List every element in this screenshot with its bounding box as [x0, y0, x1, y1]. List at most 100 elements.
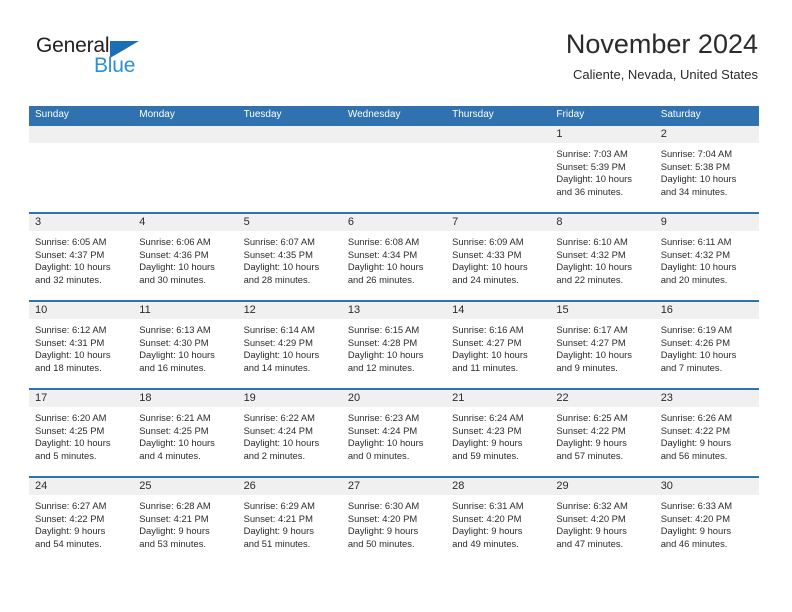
day-number: 17 [35, 392, 48, 404]
sunrise-line: Sunrise: 6:25 AM [556, 412, 628, 423]
sunrise-line: Sunrise: 6:26 AM [660, 412, 733, 423]
day-cell[interactable]: 2 Sunrise: 7:04 AM Sunset: 5:38 PM Dayli… [654, 126, 759, 212]
day-number: 28 [452, 480, 465, 492]
day-cell[interactable]: 27 Sunrise: 6:30 AM Sunset: 4:20 PM Dayl… [341, 478, 447, 564]
daylight-line-2: and 47 minutes. [556, 537, 624, 549]
sunrise-line: Sunrise: 6:31 AM [452, 500, 524, 511]
day-cell[interactable]: 21 Sunrise: 6:24 AM Sunset: 4:23 PM Dayl… [446, 390, 551, 476]
daylight-line-2: and 50 minutes. [347, 537, 415, 549]
day-cell[interactable]: 17 Sunrise: 6:20 AM Sunset: 4:25 PM Dayl… [29, 390, 134, 476]
day-number-band: 1 [550, 126, 655, 143]
day-number-band: 7 [446, 214, 551, 231]
sunset-line: Sunset: 4:21 PM [243, 512, 313, 524]
daylight-line-1: Daylight: 10 hours [139, 349, 215, 361]
day-cell[interactable]: 16 Sunrise: 6:19 AM Sunset: 4:26 PM Dayl… [654, 302, 759, 388]
daylight-line-2: and 22 minutes. [556, 273, 624, 285]
sunset-line: Sunset: 4:35 PM [243, 248, 313, 260]
daylight-line-2: and 20 minutes. [660, 273, 728, 285]
day-cell[interactable]: 9 Sunrise: 6:11 AM Sunset: 4:32 PM Dayli… [654, 214, 759, 300]
calendar-page: General Blue November 2024 Caliente, Nev… [0, 0, 792, 612]
day-cell[interactable]: 4 Sunrise: 6:06 AM Sunset: 4:36 PM Dayli… [133, 214, 238, 300]
day-cell[interactable]: 30 Sunrise: 6:33 AM Sunset: 4:20 PM Dayl… [654, 478, 759, 564]
sunset-line: Sunset: 4:23 PM [452, 424, 522, 436]
day-number-band: 19 [237, 390, 342, 407]
daylight-line-2: and 9 minutes. [556, 361, 618, 373]
day-details: Sunrise: 6:30 AM Sunset: 4:20 PM Dayligh… [342, 495, 446, 550]
day-cell[interactable] [29, 126, 134, 212]
day-details: Sunrise: 7:03 AM Sunset: 5:39 PM Dayligh… [550, 143, 654, 198]
daylight-line-2: and 12 minutes. [347, 361, 415, 373]
weekday-header-monday: Monday [139, 109, 175, 120]
daylight-line-2: and 46 minutes. [660, 537, 728, 549]
daylight-line-2: and 34 minutes. [660, 185, 728, 197]
day-details: Sunrise: 6:17 AM Sunset: 4:27 PM Dayligh… [550, 319, 654, 374]
day-cell[interactable]: 12 Sunrise: 6:14 AM Sunset: 4:29 PM Dayl… [237, 302, 342, 388]
sunrise-line: Sunrise: 6:15 AM [347, 324, 420, 335]
day-cell[interactable]: 24 Sunrise: 6:27 AM Sunset: 4:22 PM Dayl… [29, 478, 134, 564]
day-cell[interactable]: 19 Sunrise: 6:22 AM Sunset: 4:24 PM Dayl… [237, 390, 342, 476]
day-cell[interactable]: 28 Sunrise: 6:31 AM Sunset: 4:20 PM Dayl… [446, 478, 551, 564]
daylight-line-2: and 49 minutes. [452, 537, 519, 549]
day-cell[interactable]: 5 Sunrise: 6:07 AM Sunset: 4:35 PM Dayli… [237, 214, 342, 300]
day-cell[interactable]: 25 Sunrise: 6:28 AM Sunset: 4:21 PM Dayl… [133, 478, 238, 564]
day-cell[interactable]: 14 Sunrise: 6:16 AM Sunset: 4:27 PM Dayl… [446, 302, 551, 388]
day-cell[interactable]: 1 Sunrise: 7:03 AM Sunset: 5:39 PM Dayli… [550, 126, 655, 212]
day-cell[interactable]: 22 Sunrise: 6:25 AM Sunset: 4:22 PM Dayl… [550, 390, 655, 476]
day-cell[interactable]: 15 Sunrise: 6:17 AM Sunset: 4:27 PM Dayl… [550, 302, 655, 388]
day-number: 3 [35, 216, 42, 228]
day-cell[interactable]: 29 Sunrise: 6:32 AM Sunset: 4:20 PM Dayl… [550, 478, 655, 564]
day-cell[interactable] [133, 126, 238, 212]
day-cell[interactable]: 11 Sunrise: 6:13 AM Sunset: 4:30 PM Dayl… [133, 302, 238, 388]
day-cell[interactable]: 26 Sunrise: 6:29 AM Sunset: 4:21 PM Dayl… [237, 478, 342, 564]
day-number: 13 [347, 304, 361, 316]
sunset-line: Sunset: 4:34 PM [347, 248, 418, 260]
sunrise-line: Sunrise: 6:10 AM [556, 236, 628, 247]
day-details: Sunrise: 6:09 AM Sunset: 4:33 PM Dayligh… [446, 231, 550, 286]
day-cell[interactable]: 18 Sunrise: 6:21 AM Sunset: 4:25 PM Dayl… [133, 390, 238, 476]
day-cell[interactable]: 10 Sunrise: 6:12 AM Sunset: 4:31 PM Dayl… [29, 302, 134, 388]
day-cell[interactable] [341, 126, 447, 212]
day-details [342, 143, 446, 148]
daylight-line-1: Daylight: 9 hours [452, 437, 523, 449]
day-number-band [446, 126, 551, 143]
day-cell[interactable]: 7 Sunrise: 6:09 AM Sunset: 4:33 PM Dayli… [446, 214, 551, 300]
day-details: Sunrise: 6:33 AM Sunset: 4:20 PM Dayligh… [655, 495, 759, 550]
day-cell[interactable]: 3 Sunrise: 6:05 AM Sunset: 4:37 PM Dayli… [29, 214, 134, 300]
sunrise-line: Sunrise: 6:20 AM [35, 412, 107, 423]
day-cell[interactable] [237, 126, 342, 212]
day-number: 27 [347, 480, 361, 492]
weekday-header-row: Sunday Monday Tuesday Wednesday Thursday… [29, 106, 759, 124]
page-header: General Blue November 2024 Caliente, Nev… [29, 28, 758, 98]
day-number: 21 [452, 392, 465, 404]
week-row: 17 Sunrise: 6:20 AM Sunset: 4:25 PM Dayl… [29, 388, 759, 476]
daylight-line-1: Daylight: 10 hours [556, 349, 632, 361]
sunset-line: Sunset: 4:20 PM [452, 512, 522, 524]
daylight-line-2: and 7 minutes. [660, 361, 723, 373]
day-number-band: 4 [133, 214, 238, 231]
day-cell[interactable] [446, 126, 551, 212]
sunset-line: Sunset: 4:22 PM [35, 512, 105, 524]
day-cell[interactable]: 6 Sunrise: 6:08 AM Sunset: 4:34 PM Dayli… [341, 214, 447, 300]
day-number: 5 [243, 216, 250, 228]
daylight-line-1: Daylight: 9 hours [243, 525, 314, 537]
day-cell[interactable]: 8 Sunrise: 6:10 AM Sunset: 4:32 PM Dayli… [550, 214, 655, 300]
sunset-line: Sunset: 4:20 PM [347, 512, 418, 524]
daylight-line-1: Daylight: 10 hours [35, 261, 111, 273]
day-details: Sunrise: 6:19 AM Sunset: 4:26 PM Dayligh… [655, 319, 759, 374]
day-number-band [237, 126, 342, 143]
sunrise-line: Sunrise: 6:17 AM [556, 324, 628, 335]
day-cell[interactable]: 13 Sunrise: 6:15 AM Sunset: 4:28 PM Dayl… [341, 302, 447, 388]
daylight-line-2: and 14 minutes. [243, 361, 311, 373]
day-cell[interactable]: 23 Sunrise: 6:26 AM Sunset: 4:22 PM Dayl… [654, 390, 759, 476]
day-number-band: 17 [29, 390, 134, 407]
day-details: Sunrise: 6:23 AM Sunset: 4:24 PM Dayligh… [342, 407, 446, 462]
day-cell[interactable]: 20 Sunrise: 6:23 AM Sunset: 4:24 PM Dayl… [341, 390, 447, 476]
day-number: 11 [139, 304, 151, 316]
sunrise-line: Sunrise: 6:24 AM [452, 412, 524, 423]
week-row: 24 Sunrise: 6:27 AM Sunset: 4:22 PM Dayl… [29, 476, 759, 564]
day-number-band [341, 126, 447, 143]
day-number: 26 [243, 480, 256, 492]
day-number: 19 [243, 392, 256, 404]
day-details: Sunrise: 6:13 AM Sunset: 4:30 PM Dayligh… [133, 319, 237, 374]
day-details [133, 143, 237, 148]
